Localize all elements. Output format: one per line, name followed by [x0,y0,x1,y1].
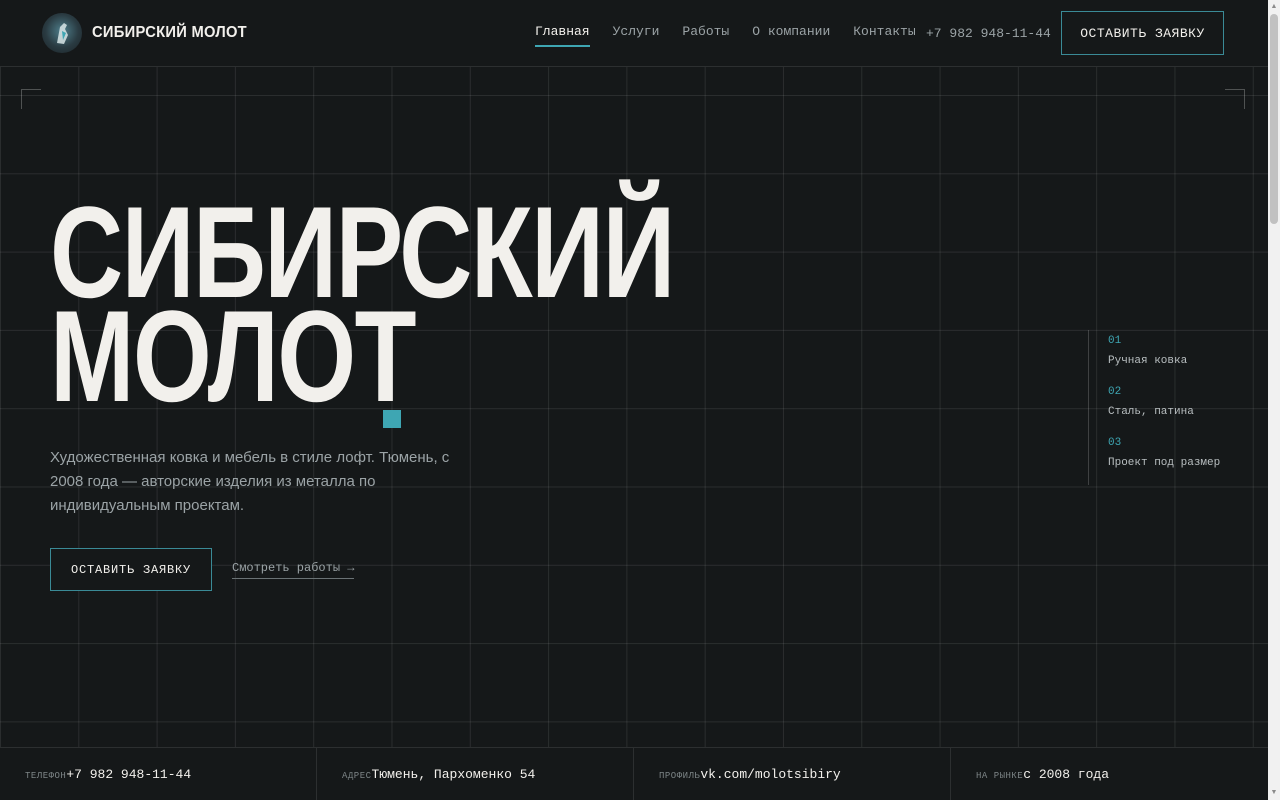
nav-item-contacts[interactable]: Контакты [853,24,915,47]
info-bar: ТЕЛЕФОН +7 982 948-11-44 АДРЕС Тюмень, П… [0,747,1268,800]
info-key: АДРЕС [342,770,372,781]
info-value: с 2008 года [1023,767,1110,782]
page-scrollbar[interactable]: ▲ ▼ [1268,0,1280,800]
hero-request-button[interactable]: ОСТАВИТЬ ЗАЯВКУ [50,548,212,591]
info-phone: ТЕЛЕФОН +7 982 948-11-44 [0,748,317,800]
feature-item: 02 Сталь, патина [1108,386,1268,418]
feature-number: 01 [1108,335,1122,347]
scrollbar-thumb[interactable] [1270,14,1278,224]
feature-number: 03 [1108,437,1122,449]
feature-number: 02 [1108,386,1122,398]
hammer-bird-logo-icon [42,13,82,53]
info-value: Тюмень, Пархоменко 54 [371,767,536,782]
feature-item: 01 Ручная ковка [1108,335,1268,367]
info-profile: ПРОФИЛЬ vk.com/molotsibiry [634,748,951,800]
info-value[interactable]: vk.com/molotsibiry [700,767,840,782]
hero-title: СИБИРСКИЙ МОЛОТ [50,187,675,421]
scroll-up-icon[interactable]: ▲ [1270,2,1278,12]
nav-item-works[interactable]: Работы [682,24,729,47]
feature-label: Проект под размер [1108,457,1221,469]
corner-mark-top-right [1225,89,1245,109]
brand-name: СИБИРСКИЙ МОЛОТ [92,24,247,41]
info-key: ТЕЛЕФОН [25,770,67,781]
info-address: АДРЕС Тюмень, Пархоменко 54 [317,748,634,800]
info-value[interactable]: +7 982 948-11-44 [66,767,191,782]
site-header: СИБИРСКИЙ МОЛОТ Главная Услуги Работы О … [0,0,1268,67]
corner-mark-top-left [21,89,41,109]
scroll-down-icon[interactable]: ▼ [1270,788,1278,798]
nav-item-services[interactable]: Услуги [613,24,660,47]
view-works-link[interactable]: Смотреть работы → [232,561,355,579]
feature-label: Ручная ковка [1108,355,1188,367]
feature-item: 03 Проект под размер [1108,437,1268,469]
accent-square [383,410,401,428]
header-request-button[interactable]: ОСТАВИТЬ ЗАЯВКУ [1061,11,1224,55]
main-nav: Главная Услуги Работы О компании Контакт… [535,24,916,47]
info-key: НА РЫНКЕ [976,770,1024,781]
features-list: 01 Ручная ковка 02 Сталь, патина 03 Прое… [1088,330,1268,485]
hero-subtitle: Художественная ковка и мебель в стиле ло… [50,449,450,514]
feature-label: Сталь, патина [1108,406,1194,418]
info-since: НА РЫНКЕ с 2008 года [951,748,1268,800]
nav-item-about[interactable]: О компании [752,24,830,47]
background-grid [0,67,1268,800]
nav-item-home[interactable]: Главная [535,24,590,47]
brand-logo[interactable]: СИБИРСКИЙ МОЛОТ [42,13,260,53]
info-key: ПРОФИЛЬ [659,770,701,781]
header-phone[interactable]: +7 982 948-11-44 [926,26,1051,41]
